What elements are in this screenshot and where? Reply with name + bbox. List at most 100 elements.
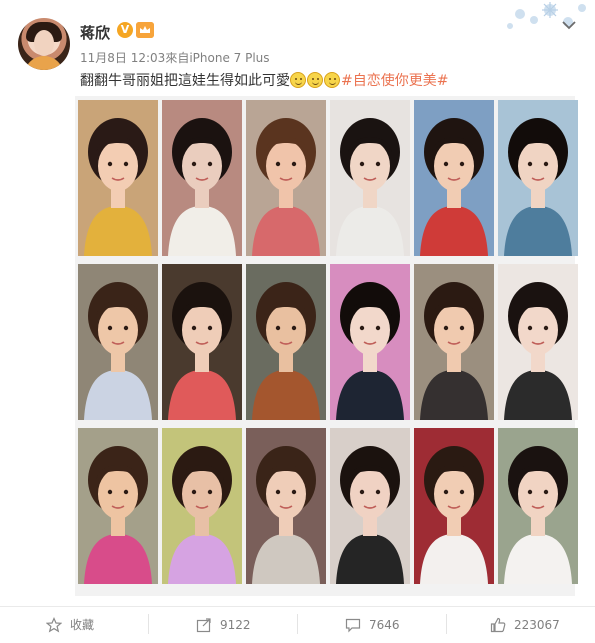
photo-13[interactable] (78, 428, 158, 584)
photo-9[interactable] (246, 264, 326, 420)
eye-shape (207, 325, 213, 331)
eye-shape (543, 325, 549, 331)
eye-shape (527, 489, 533, 495)
photo-8[interactable] (162, 264, 242, 420)
thumbs-up-icon (490, 617, 506, 632)
eye-shape (443, 325, 449, 331)
verified-badge-icon[interactable]: V (117, 22, 133, 38)
eye-shape (359, 489, 365, 495)
post-body: 翻翻牛哥丽姐把這娃生得如此可愛 (80, 73, 290, 89)
face-shape (518, 305, 558, 355)
post-time[interactable]: 11月8日 12:03 (80, 51, 165, 65)
photo-10[interactable] (330, 264, 410, 420)
comment-button[interactable]: 7646 (345, 606, 400, 643)
snowflake-decoration-icon (507, 2, 586, 29)
favorite-label: 收藏 (70, 618, 95, 632)
face-shape (434, 469, 474, 519)
eye-shape (527, 325, 533, 331)
eye-shape (459, 161, 465, 167)
portrait-image (414, 428, 494, 584)
photo-6[interactable] (498, 100, 578, 256)
face-shape (518, 141, 558, 191)
smile-emoji-icon (307, 72, 323, 88)
action-separator (148, 614, 149, 634)
photo-7[interactable] (78, 264, 158, 420)
portrait-image (330, 264, 410, 420)
eye-shape (543, 489, 549, 495)
eye-shape (207, 489, 213, 495)
face-shape (434, 305, 474, 355)
eye-shape (527, 161, 533, 167)
portrait-image (414, 264, 494, 420)
eye-shape (123, 325, 129, 331)
face-shape (434, 141, 474, 191)
portrait-image (498, 428, 578, 584)
portrait-image (498, 100, 578, 256)
face-shape (350, 305, 390, 355)
post-text: 翻翻牛哥丽姐把這娃生得如此可愛 #自恋使你更美# (80, 70, 448, 90)
photo-2[interactable] (162, 100, 242, 256)
eye-shape (275, 325, 281, 331)
source-device: iPhone 7 Plus (189, 51, 270, 65)
eye-shape (291, 325, 297, 331)
crown-icon (136, 22, 154, 38)
eye-shape (107, 325, 113, 331)
avatar[interactable] (18, 18, 70, 70)
photo-16[interactable] (330, 428, 410, 584)
face-shape (182, 305, 222, 355)
face-shape (350, 141, 390, 191)
portrait-image (414, 100, 494, 256)
like-count: 223067 (514, 617, 560, 632)
star-icon (46, 616, 62, 632)
like-button[interactable]: 223067 (490, 606, 560, 643)
source-prefix: 來自 (165, 51, 190, 65)
share-icon (196, 617, 211, 632)
eye-shape (359, 325, 365, 331)
portrait-image (330, 428, 410, 584)
face-shape (182, 141, 222, 191)
portrait-image (246, 264, 326, 420)
eye-shape (207, 161, 213, 167)
repost-button[interactable]: 9122 (196, 606, 251, 643)
eye-shape (443, 489, 449, 495)
username[interactable]: 蒋欣 (80, 22, 110, 43)
eye-shape (275, 489, 281, 495)
post-meta: 11月8日 12:03來自iPhone 7 Plus (80, 49, 270, 66)
portrait-image (78, 264, 158, 420)
photo-17[interactable] (414, 428, 494, 584)
eye-shape (375, 489, 381, 495)
photo-5[interactable] (414, 100, 494, 256)
eye-shape (443, 161, 449, 167)
photo-14[interactable] (162, 428, 242, 584)
chevron-down-icon[interactable] (561, 20, 577, 30)
avatar-face (34, 30, 54, 56)
eye-shape (375, 325, 381, 331)
member-badge-icon[interactable] (136, 22, 154, 38)
face-shape (266, 305, 306, 355)
photo-15[interactable] (246, 428, 326, 584)
face-shape (518, 469, 558, 519)
photo-1[interactable] (78, 100, 158, 256)
face-shape (98, 305, 138, 355)
header-decoration (490, 0, 595, 36)
photo-18[interactable] (498, 428, 578, 584)
smile-emoji-icon (290, 72, 306, 88)
eye-shape (107, 161, 113, 167)
face-shape (98, 141, 138, 191)
portrait-image (246, 428, 326, 584)
weibo-post: 蒋欣 V 11月8日 12:03來自iPhone 7 Plus 翻翻牛哥丽姐把這… (0, 0, 595, 643)
eye-shape (543, 161, 549, 167)
photo-4[interactable] (330, 100, 410, 256)
photo-12[interactable] (498, 264, 578, 420)
portrait-image (162, 428, 242, 584)
face-shape (182, 469, 222, 519)
avatar-body (24, 56, 64, 70)
eye-shape (191, 161, 197, 167)
favorite-button[interactable]: 收藏 (46, 606, 94, 643)
eye-shape (459, 325, 465, 331)
portrait-image (78, 428, 158, 584)
portrait-image (498, 264, 578, 420)
photo-3[interactable] (246, 100, 326, 256)
photo-11[interactable] (414, 264, 494, 420)
hashtag-link[interactable]: #自恋使你更美# (341, 73, 448, 89)
